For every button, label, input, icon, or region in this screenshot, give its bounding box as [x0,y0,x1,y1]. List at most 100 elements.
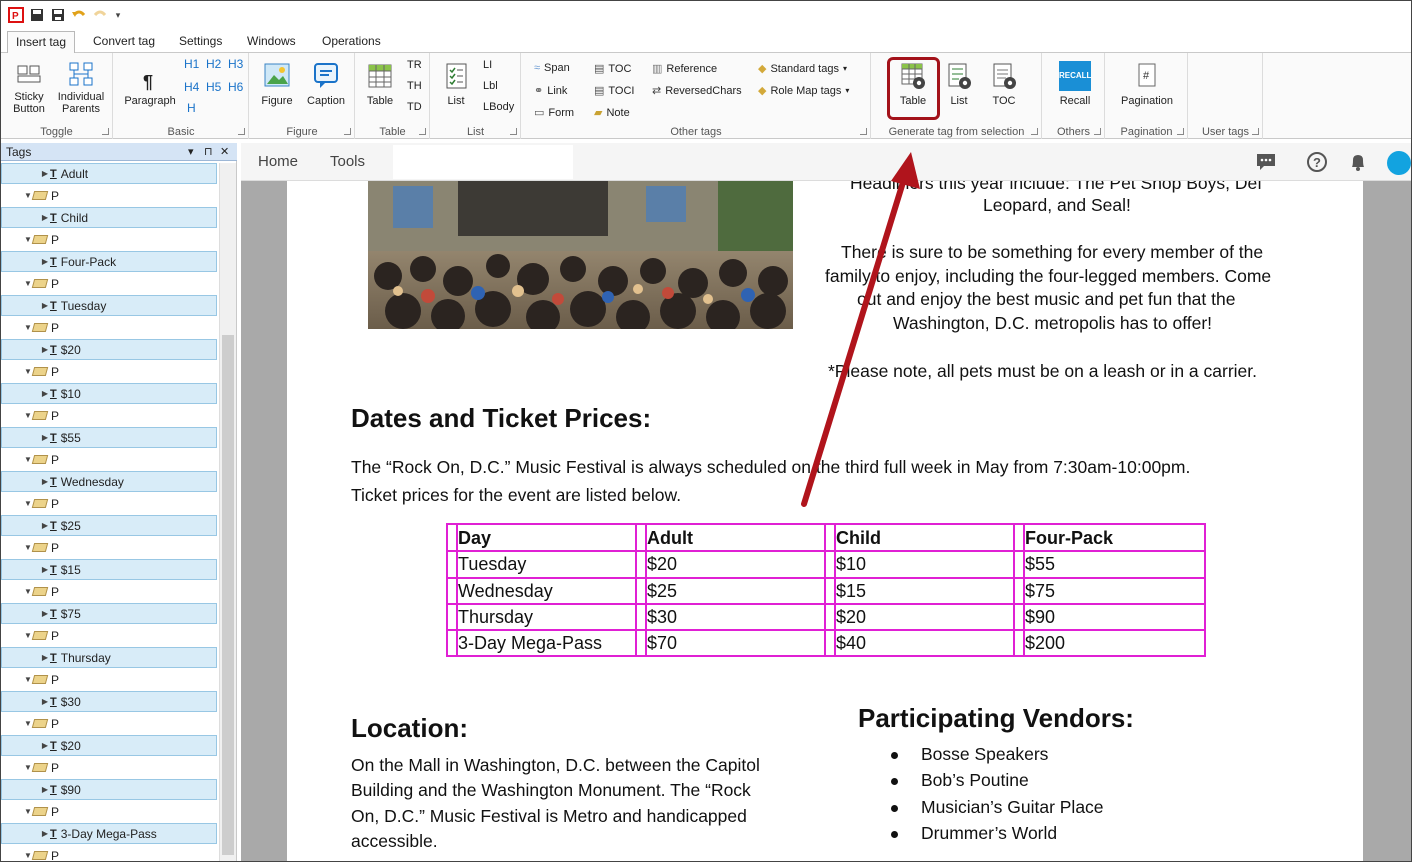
expand-arrow-icon[interactable]: ▶ [40,653,50,662]
h2-button[interactable]: H2 [206,57,221,71]
h-button[interactable]: H [187,101,196,115]
tag-tree-text-node[interactable]: ▶ T $20 [1,735,217,756]
table-header-cell[interactable]: Adult [645,525,693,551]
table-cell[interactable]: $25 [645,578,677,604]
h5-button[interactable]: H5 [206,80,221,94]
nav-home[interactable]: Home [258,153,298,170]
customize-toolbar-icon[interactable]: ▾ [112,6,124,24]
table-cell[interactable]: Wednesday [456,578,553,604]
note-button[interactable]: ▰ Note [594,106,630,120]
expand-arrow-icon[interactable]: ▶ [40,169,50,178]
tab-insert-tag[interactable]: Insert tag [7,31,76,54]
reversedchars-button[interactable]: ⇄ ReversedChars [652,84,742,98]
expand-arrow-icon[interactable]: ▶ [40,565,50,574]
dialog-launcher-icon[interactable] [1252,128,1259,135]
tag-tree-text-node[interactable]: ▶ T $15 [1,559,217,580]
tag-tree-text-node[interactable]: ▶ T $20 [1,339,217,360]
table-cell[interactable]: $90 [1023,604,1055,630]
expand-arrow-icon[interactable]: ▶ [40,345,50,354]
individual-parents-button[interactable]: Individual Parents [53,61,109,115]
dialog-launcher-icon[interactable] [102,128,109,135]
expand-arrow-icon[interactable]: ▶ [40,389,50,398]
tag-tree-p-node[interactable]: ▼ P [1,449,217,470]
tag-tree-text-node[interactable]: ▶ T Wednesday [1,471,217,492]
close-icon[interactable]: ✕ [220,143,229,161]
sticky-button[interactable]: Sticky Button [7,61,51,115]
expand-arrow-icon[interactable]: ▶ [40,741,50,750]
table-header-cell[interactable]: Four-Pack [1023,525,1113,551]
expand-arrow-icon[interactable]: ▶ [40,477,50,486]
pin-icon[interactable]: ⊓ [204,143,213,161]
table-cell[interactable]: $40 [834,630,866,656]
table-tag-button[interactable]: Table [360,61,400,107]
expand-arrow-icon[interactable]: ▶ [40,521,50,530]
tag-tree-text-node[interactable]: ▶ T $10 [1,383,217,404]
tag-tree-p-node[interactable]: ▼ P [1,845,217,862]
li-button[interactable]: LI [483,59,492,71]
tag-tree-text-node[interactable]: ▶ T Child [1,207,217,228]
recall-button[interactable]: RECALL Recall [1053,61,1097,107]
panel-menu-icon[interactable]: ▾ [188,143,194,161]
link-button[interactable]: ⚭ Link [534,84,567,98]
dialog-launcher-icon[interactable] [1094,128,1101,135]
h6-button[interactable]: H6 [228,80,243,94]
comment-icon[interactable] [1255,151,1277,173]
nav-tools[interactable]: Tools [330,153,365,170]
tag-tree-text-node[interactable]: ▶ T $25 [1,515,217,536]
tag-tree-p-node[interactable]: ▼ P [1,185,217,206]
save-as-icon[interactable] [49,6,67,24]
dialog-launcher-icon[interactable] [860,128,867,135]
expand-arrow-icon[interactable]: ▶ [40,785,50,794]
dialog-launcher-icon[interactable] [510,128,517,135]
td-button[interactable]: TD [407,101,422,113]
expand-arrow-icon[interactable]: ▶ [40,829,50,838]
scrollbar-thumb[interactable] [222,335,234,855]
paragraph-button[interactable]: ¶ Paragraph [120,71,180,107]
standard-tags-dropdown[interactable]: ◆ Standard tags ▾ [758,62,847,76]
tag-tree-p-node[interactable]: ▼ P [1,405,217,426]
bell-icon[interactable] [1347,151,1369,173]
expand-arrow-icon[interactable]: ▶ [40,301,50,310]
save-icon[interactable] [28,6,46,24]
table-cell[interactable]: $200 [1023,630,1065,656]
dialog-launcher-icon[interactable] [238,128,245,135]
expand-arrow-icon[interactable]: ▶ [40,609,50,618]
th-button[interactable]: TH [407,80,422,92]
tag-tree-p-node[interactable]: ▼ P [1,229,217,250]
table-cell[interactable]: 3-Day Mega-Pass [456,630,602,656]
tag-tree-p-node[interactable]: ▼ P [1,493,217,514]
table-cell[interactable]: $20 [834,604,866,630]
tag-tree-p-node[interactable]: ▼ P [1,801,217,822]
tab-windows[interactable]: Windows [239,31,304,53]
expand-arrow-icon[interactable]: ▶ [40,433,50,442]
h1-button[interactable]: H1 [184,57,199,71]
help-icon[interactable]: ? [1306,151,1328,173]
dialog-launcher-icon[interactable] [419,128,426,135]
tr-button[interactable]: TR [407,59,422,71]
tag-tree-text-node[interactable]: ▶ T $90 [1,779,217,800]
redo-icon[interactable] [91,6,109,24]
span-button[interactable]: ≈ Span [534,62,570,74]
dialog-launcher-icon[interactable] [1031,128,1038,135]
tab-operations[interactable]: Operations [314,31,389,53]
reference-button[interactable]: ▥ Reference [652,62,717,76]
tags-scrollbar[interactable] [219,163,236,861]
expand-arrow-icon[interactable]: ▶ [40,257,50,266]
tag-tree-text-node[interactable]: ▶ T Thursday [1,647,217,668]
table-cell[interactable]: $30 [645,604,677,630]
dialog-launcher-icon[interactable] [344,128,351,135]
expand-arrow-icon[interactable]: ▶ [40,213,50,222]
toc-tag-button[interactable]: ▤ TOC [594,62,631,76]
lbl-button[interactable]: Lbl [483,80,498,92]
generate-toc-button[interactable]: TOC [984,61,1024,107]
list-tag-button[interactable]: List [437,61,475,107]
tag-tree-p-node[interactable]: ▼ P [1,317,217,338]
table-cell[interactable]: $20 [645,551,677,577]
tab-convert-tag[interactable]: Convert tag [85,31,163,53]
role-map-tags-dropdown[interactable]: ◆ Role Map tags ▾ [758,84,849,98]
table-header-cell[interactable]: Child [834,525,881,551]
expand-arrow-icon[interactable]: ▶ [40,697,50,706]
table-cell[interactable]: $55 [1023,551,1055,577]
tag-tree-p-node[interactable]: ▼ P [1,537,217,558]
toci-button[interactable]: ▤ TOCI [594,84,634,98]
